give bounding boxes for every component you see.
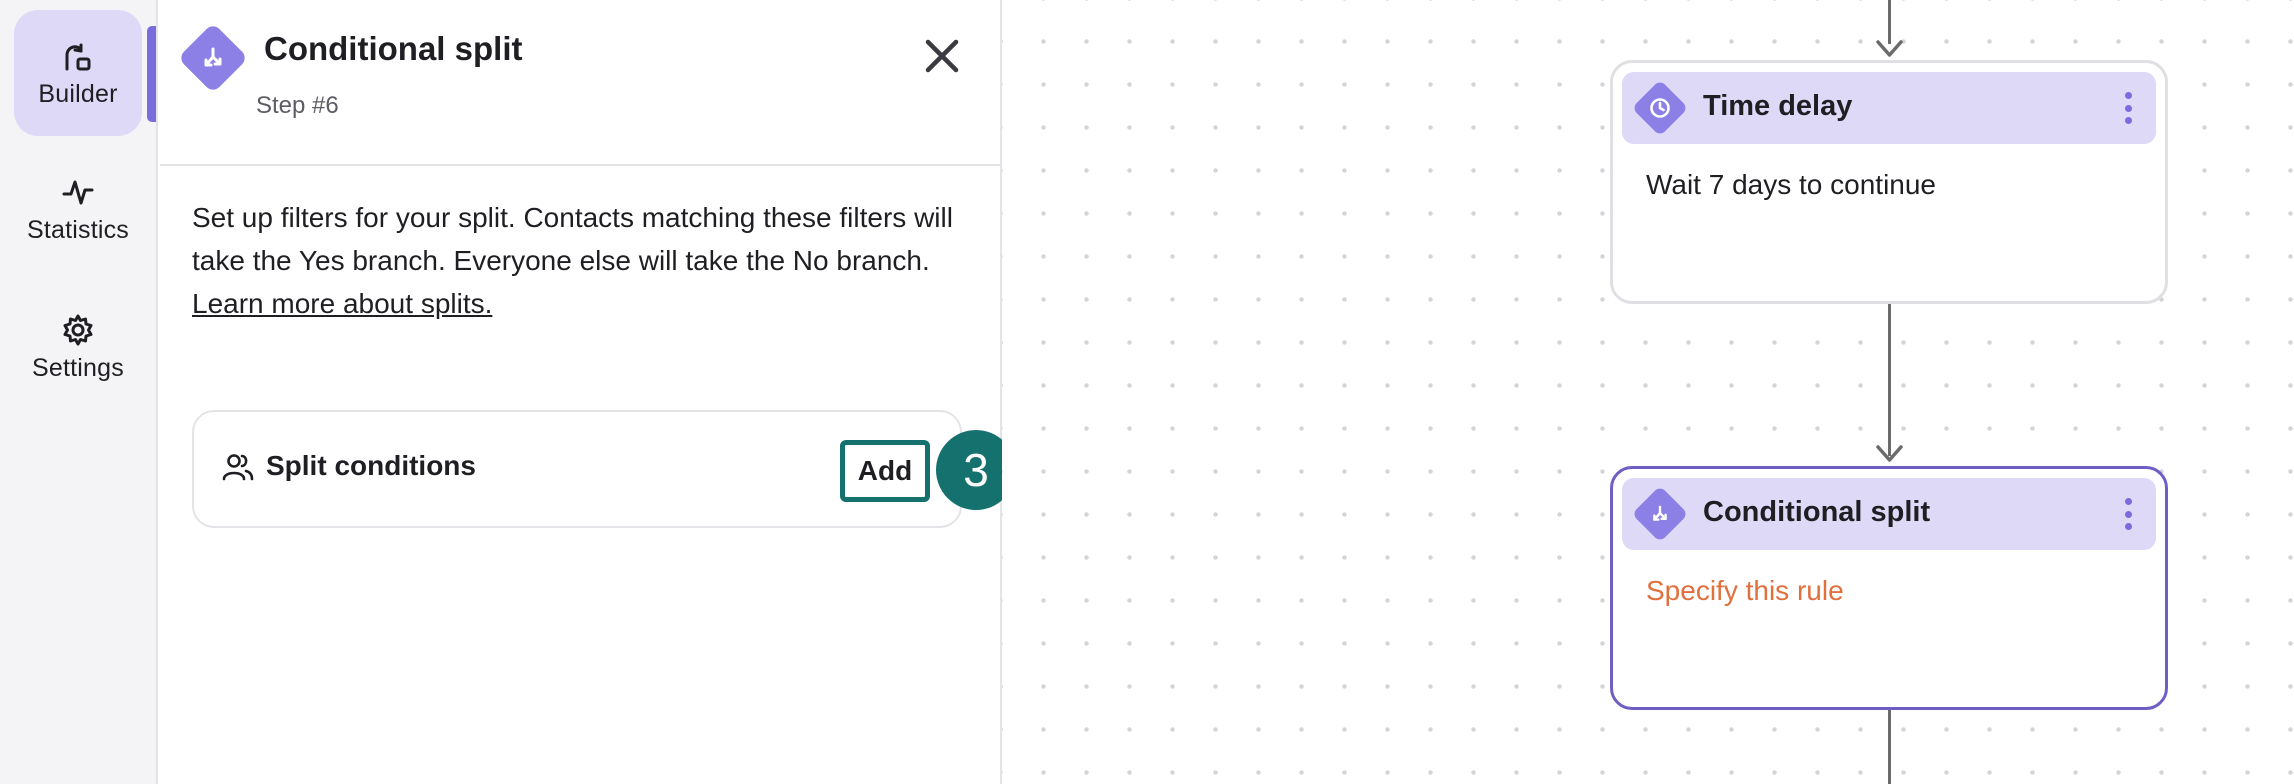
nav-settings-label: Settings: [32, 353, 124, 382]
step-number: Step #6: [256, 92, 339, 119]
conditional-split-node[interactable]: Conditional split Specify this rule: [1610, 466, 2168, 710]
learn-more-link[interactable]: Learn more about splits.: [192, 282, 492, 325]
kebab-dot: [2124, 510, 2132, 518]
kebab-dot: [2124, 498, 2132, 505]
node-title: Conditional split: [1703, 496, 1931, 528]
split-conditions-label: Split conditions: [266, 450, 476, 481]
close-button[interactable]: [920, 34, 964, 78]
add-condition-button[interactable]: Add: [840, 440, 930, 502]
split-icon: [1631, 485, 1689, 543]
kebab-dot: [2124, 117, 2132, 124]
node-warning-text: Specify this rule: [1646, 575, 1844, 606]
node-title: Time delay: [1703, 90, 1853, 122]
active-nav-indicator: [147, 26, 156, 122]
nav-statistics[interactable]: Statistics: [14, 146, 142, 272]
people-icon: [222, 452, 254, 487]
nav-builder[interactable]: Builder: [14, 10, 142, 136]
arrow-down-icon: [1876, 40, 1903, 57]
node-header: Conditional split: [1622, 478, 2156, 550]
panel-description-block: Set up filters for your split. Contacts …: [192, 196, 962, 325]
connector-line: [1888, 304, 1891, 456]
connector-line: [1888, 0, 1891, 44]
nav-statistics-label: Statistics: [26, 215, 130, 244]
panel-title: Conditional split: [264, 30, 523, 67]
panel-header: Conditional split Step #6: [160, 0, 1000, 166]
node-header: Time delay: [1622, 72, 2156, 144]
clock-icon: [1631, 79, 1689, 137]
kebab-dot: [2124, 523, 2132, 530]
split-description: Set up filters for your split. Contacts …: [192, 202, 953, 276]
node-menu-button[interactable]: [2116, 90, 2140, 126]
time-delay-node[interactable]: Time delay Wait 7 days to continue: [1610, 60, 2168, 304]
kebab-dot: [2124, 92, 2132, 99]
builder-icon: [60, 38, 96, 74]
split-icon: [177, 22, 249, 94]
connector-line: [1888, 710, 1891, 784]
nav-builder-label: Builder: [38, 79, 118, 108]
nav-settings[interactable]: Settings: [14, 284, 142, 410]
close-icon: [925, 39, 959, 73]
node-menu-button[interactable]: [2116, 496, 2140, 532]
statistics-icon: [60, 174, 96, 210]
arrow-down-icon: [1876, 445, 1903, 462]
node-description: Wait 7 days to continue: [1646, 169, 1937, 200]
gear-icon: [60, 312, 96, 348]
step-settings-panel: Conditional split Step #6 Set up filters…: [160, 0, 1002, 784]
left-nav-rail: Builder Statistics Settings: [0, 0, 158, 784]
kebab-dot: [2124, 104, 2132, 112]
